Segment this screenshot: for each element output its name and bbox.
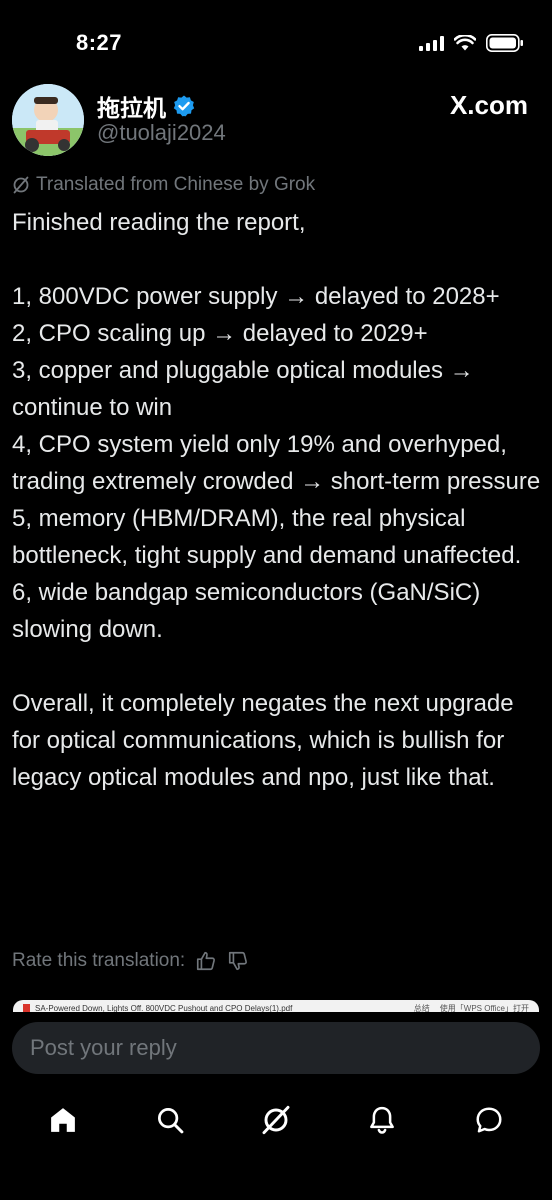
grok-icon bbox=[13, 176, 29, 194]
nav-search-button[interactable] bbox=[140, 1092, 200, 1148]
bottom-nav bbox=[0, 1090, 552, 1150]
tweet-paragraph: 2, CPO scaling up → delayed to 2029+ bbox=[12, 320, 428, 347]
nav-messages-button[interactable] bbox=[459, 1092, 519, 1148]
message-icon bbox=[476, 1107, 502, 1133]
avatar[interactable] bbox=[12, 84, 84, 156]
tweet-spacer bbox=[12, 241, 542, 278]
rate-translation-label: Rate this translation: bbox=[12, 950, 186, 971]
name-row: 拖拉机 bbox=[97, 89, 196, 123]
x-com-logo[interactable]: X.com bbox=[450, 90, 528, 121]
translated-text: Translated from Chinese by Grok bbox=[36, 174, 316, 195]
tweet-paragraph: 6, wide bandgap semiconductors (GaN/SiC)… bbox=[12, 579, 481, 643]
verified-badge-icon bbox=[173, 95, 195, 117]
handle[interactable]: @tuolaji2024 bbox=[97, 120, 226, 146]
reply-input[interactable]: Post your reply bbox=[12, 1022, 540, 1074]
search-icon bbox=[157, 1108, 183, 1134]
grok-icon bbox=[262, 1105, 290, 1135]
tweet-paragraph: Finished reading the report, bbox=[12, 209, 306, 236]
status-bar: 8:27 bbox=[0, 0, 552, 80]
thumbs-down-icon[interactable] bbox=[227, 950, 249, 972]
display-name[interactable]: 拖拉机 bbox=[97, 89, 166, 123]
battery-icon bbox=[486, 34, 523, 52]
tweet-paragraph: 3, copper and pluggable optical modules … bbox=[12, 357, 474, 421]
tweet-paragraph: 1, 800VDC power supply → delayed to 2028… bbox=[12, 283, 500, 310]
tweet-header: 拖拉机 @tuolaji2024 X.com bbox=[12, 84, 540, 164]
wifi-icon bbox=[454, 35, 476, 51]
thumbs-up-icon[interactable] bbox=[195, 950, 217, 972]
signal-icon bbox=[419, 35, 444, 51]
status-icons bbox=[419, 34, 524, 52]
nav-grok-button[interactable] bbox=[246, 1092, 306, 1148]
tweet-paragraph: 5, memory (HBM/DRAM), the real physical … bbox=[12, 505, 522, 569]
pdf-file-icon bbox=[23, 1004, 30, 1012]
translated-label: Translated from Chinese by Grok bbox=[12, 174, 315, 196]
tweet-paragraph: Overall, it completely negates the next … bbox=[12, 690, 514, 791]
nav-notifications-button[interactable] bbox=[352, 1092, 412, 1148]
tweet-paragraph: 4, CPO system yield only 19% and overhyp… bbox=[12, 431, 541, 495]
bell-icon bbox=[370, 1106, 395, 1134]
tweet-spacer bbox=[12, 648, 542, 685]
rate-translation: Rate this translation: bbox=[12, 950, 249, 972]
screen: 8:27 拖拉机 @tuolaji2024 X.com Translated f… bbox=[0, 0, 552, 1200]
tweet-text: Finished reading the report, 1, 800VDC p… bbox=[12, 204, 542, 796]
status-time: 8:27 bbox=[76, 30, 123, 55]
home-icon bbox=[51, 1108, 76, 1132]
nav-home-button[interactable] bbox=[33, 1092, 93, 1148]
